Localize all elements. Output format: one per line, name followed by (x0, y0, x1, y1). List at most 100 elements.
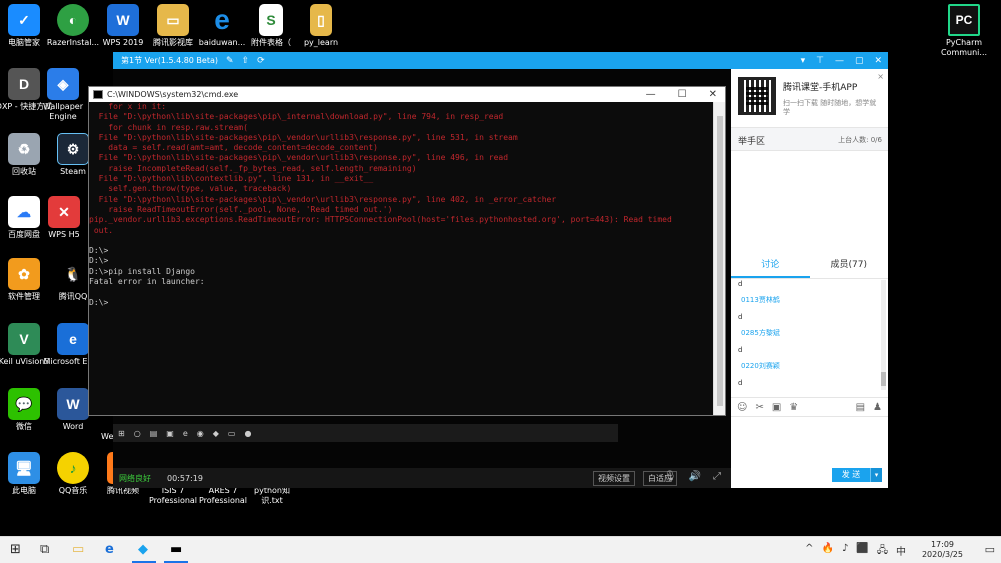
emoji-icon[interactable]: ☺ (737, 402, 747, 413)
maximize-button[interactable]: ▢ (855, 56, 864, 66)
dxp-icon: D (8, 68, 40, 100)
store-icon[interactable]: ▣ (166, 429, 174, 438)
chrome-icon[interactable]: ◉ (197, 429, 204, 438)
dropdown-icon[interactable]: ▾ (801, 56, 806, 66)
cmd-line: raise IncompleteRead(self._fp_bytes_read… (89, 163, 417, 173)
edit-icon[interactable]: ✎ (226, 56, 234, 66)
cmd-line (89, 287, 713, 297)
cmd-line: D:\> (89, 256, 109, 266)
chat-message: d (738, 313, 743, 321)
ie-icon: e (214, 4, 230, 35)
windows-taskbar: ⊞ ⧉ ▭ e ◆ ▬ ^ 🔥 ♪ ⬛ 🖧 中 17:09 2020/3/25 … (0, 536, 1001, 563)
chat-sender[interactable]: 0220刘赛颖 (741, 361, 881, 371)
folder-icon: ▭ (157, 4, 189, 36)
cmd-line: File "D:\python\lib\contextlib.py", line… (89, 174, 374, 184)
close-button[interactable]: ✕ (709, 87, 717, 102)
cmd-line: raise ReadTimeoutError(self._pool, None,… (89, 204, 393, 214)
windows-start-icon[interactable]: ⊞ (118, 429, 125, 438)
network-icon[interactable]: 🖧 (877, 543, 888, 560)
chat-sender[interactable]: 0285方黎斌 (741, 328, 881, 338)
video-settings-button[interactable]: 视频设置 (593, 471, 635, 486)
desktop-icon-wallpaper-engine[interactable]: ◈ Wallpaper Engine (40, 68, 86, 122)
close-button[interactable]: ✕ (874, 56, 882, 66)
refresh-icon[interactable]: ⟳ (257, 56, 265, 66)
task-view-icon[interactable]: ⧉ (40, 542, 49, 558)
media-icon[interactable]: ● (244, 429, 251, 438)
board-icon[interactable]: ▤ (856, 402, 865, 413)
hand-raise-label: 举手区 (738, 137, 766, 147)
icon-label: py_learn (303, 38, 339, 47)
chat-list: d 0113贾林鹤 d 0285方黎斌 d 0220刘赛颖 d (731, 280, 881, 390)
cmd-line: data = self.read(amt=amt, decode_content… (89, 143, 378, 153)
notification-icon[interactable]: ▭ (985, 543, 995, 556)
chat-scrollbar[interactable] (881, 280, 886, 390)
file-explorer-icon[interactable]: ▭ (72, 542, 84, 558)
cmd-output[interactable]: for x in it: File "D:\python\lib\site-pa… (89, 102, 713, 415)
chat-sender[interactable]: 0113贾林鹤 (741, 295, 881, 305)
input-method-icon[interactable]: 中 (896, 543, 906, 560)
tc-window-controls: ▾ ⊤ — ▢ ✕ (801, 52, 882, 69)
chat-toolbar: ☺ ✂ ▣ ♛ ▤ ♟ (731, 397, 888, 417)
panel-close-icon[interactable]: × (877, 72, 884, 81)
minimize-button[interactable]: — (646, 87, 656, 102)
cmd-line: File "D:\python\lib\site-packages\pip\_v… (89, 153, 509, 163)
cmd-line (89, 236, 713, 246)
spreadsheet-file-icon: S (259, 4, 283, 36)
clock-time: 17:09 (930, 540, 955, 549)
tray-app-icon[interactable]: 🔥 (822, 543, 834, 560)
file-label-isis[interactable]: ISIS 7 Professional (148, 486, 198, 506)
desktop-icon-wps-h5[interactable]: ✕ WPS H5 (40, 196, 88, 240)
cmd-line: D:\> (89, 246, 109, 256)
desktop-icon-pycharm[interactable]: PC PyCharm Communi... (930, 4, 998, 58)
icon-label: Word (62, 422, 84, 431)
word-icon: W (57, 388, 89, 420)
chat-message: d (738, 280, 743, 288)
windows-start-icon[interactable]: ⊞ (10, 542, 21, 558)
gift-icon[interactable]: ♛ (789, 402, 798, 413)
file-label-python-txt[interactable]: python知识.txt (248, 486, 296, 506)
send-options-icon[interactable]: ▾ (870, 468, 882, 482)
desktop-icon-py-learn[interactable]: ▯ py_learn (288, 4, 354, 48)
cmd-scrollbar[interactable] (713, 102, 725, 415)
search-icon[interactable]: ○ (134, 429, 141, 438)
stage-count: 上台人数: 0/6 (838, 136, 882, 144)
volume-icon[interactable]: 🔊 (689, 471, 701, 482)
maximize-button[interactable]: ☐ (678, 87, 687, 102)
wechat-icon: 💬 (8, 388, 40, 420)
user-icon[interactable]: ♟ (873, 402, 882, 413)
cmd-line: pip._vendor.urllib3.exceptions.ReadTimeo… (89, 215, 672, 225)
file-label-ares[interactable]: ARES 7 Professional (198, 486, 248, 506)
cmd-taskbar-icon[interactable]: ▬ (170, 542, 182, 558)
tab-members[interactable]: 成员(77) (810, 253, 889, 278)
fullscreen-icon[interactable]: ⤢ (713, 471, 721, 482)
qq-music-icon: ♪ (57, 452, 89, 484)
tab-discussion[interactable]: 讨论 (731, 253, 810, 278)
pycharm-icon: PC (948, 4, 980, 36)
image-icon[interactable]: ▣ (772, 402, 781, 413)
volume-icon[interactable]: ♪ (842, 543, 848, 560)
baidu-netdisk-icon: ☁ (8, 196, 40, 228)
share-icon[interactable]: ⇧ (242, 56, 250, 66)
scissors-icon[interactable]: ✂ (755, 402, 763, 413)
pin-icon[interactable]: ⊤ (816, 56, 824, 66)
software-manager-icon: ✿ (8, 258, 40, 290)
send-button[interactable]: 发 送 (832, 468, 870, 482)
cmd-line: D:\> (89, 297, 109, 307)
edge-icon[interactable]: e (183, 429, 188, 438)
folder-icon[interactable]: ▭ (228, 429, 236, 438)
mic-icon[interactable]: 🎙 (664, 471, 677, 482)
cmd-line: Fatal error in launcher: (89, 277, 205, 287)
edge-icon[interactable]: e (105, 542, 114, 558)
cmd-window-controls: — ☐ ✕ (646, 87, 717, 102)
tray-app-icon[interactable]: ⬛ (856, 543, 868, 560)
remote-taskbar: ⊞ ○ ▤ ▣ e ◉ ◆ ▭ ● (113, 424, 618, 442)
clock[interactable]: 17:09 2020/3/25 (922, 540, 963, 560)
task-view-icon[interactable]: ▤ (150, 429, 158, 438)
minimize-button[interactable]: — (835, 56, 844, 66)
app-icon[interactable]: ◆ (213, 429, 219, 438)
tencent-classroom-icon[interactable]: ◆ (138, 542, 148, 558)
tray-expand-icon[interactable]: ^ (805, 543, 813, 560)
app-download-title: 腾讯课堂-手机APP (783, 83, 858, 93)
media-controls: 🎙 🔊 ⤢ (664, 471, 721, 482)
clock-date: 2020/3/25 (921, 550, 963, 559)
